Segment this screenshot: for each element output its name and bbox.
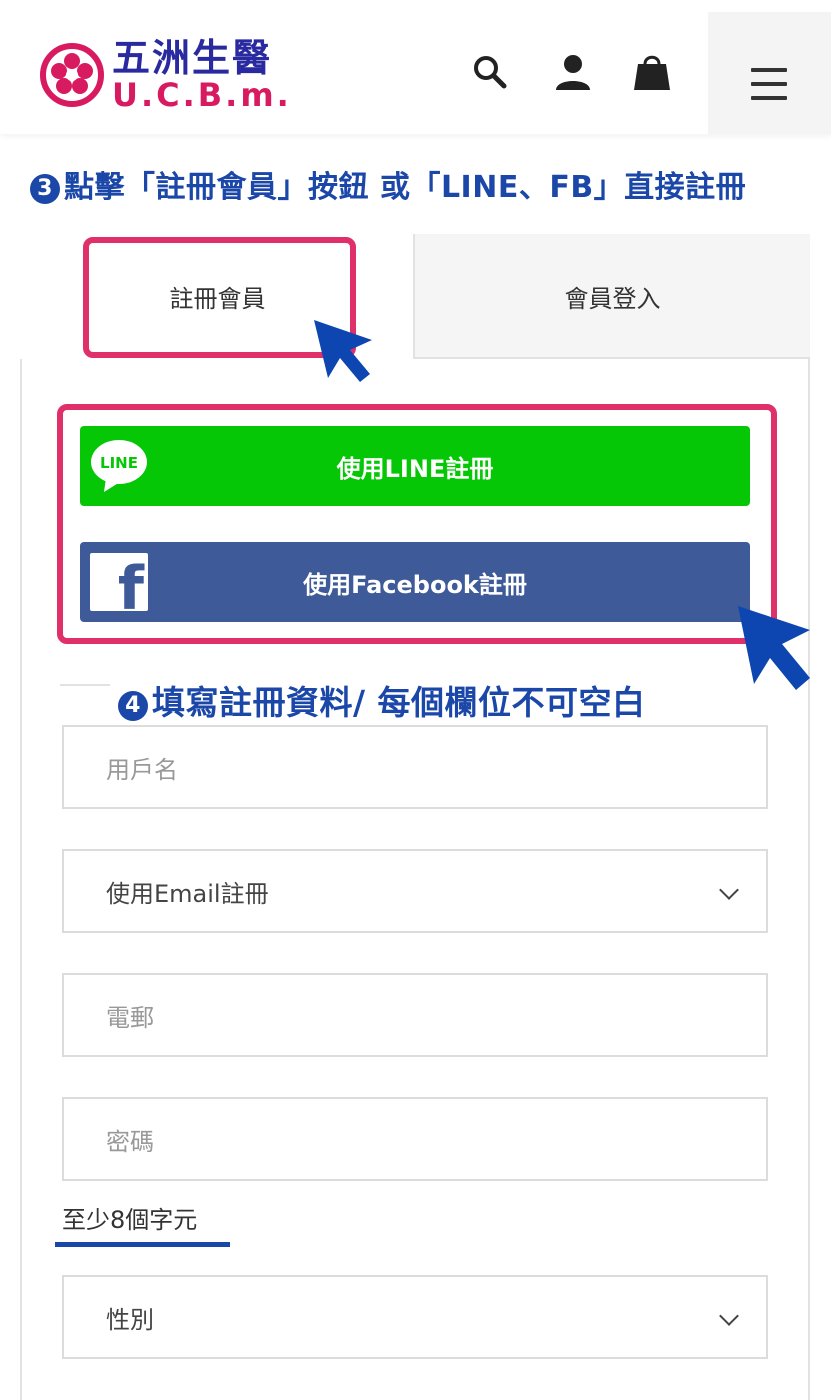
chevron-down-icon: [719, 1306, 739, 1326]
user-icon[interactable]: [551, 50, 595, 94]
logo-english-name: U.C.B.m.: [112, 76, 292, 114]
password-input[interactable]: 密碼: [62, 1097, 768, 1181]
step4-number: 4: [118, 691, 148, 721]
line-logo-icon: LINE: [91, 440, 147, 492]
chevron-down-icon: [719, 880, 739, 900]
site-header: 五洲生醫 U.C.B.m.: [0, 0, 831, 134]
flower-logo-icon: [40, 43, 104, 107]
email-input[interactable]: 電郵: [62, 973, 768, 1057]
step3-instruction: 3 點擊「註冊會員」按鈕 或「LINE、FB」直接註冊: [30, 162, 746, 206]
gender-select[interactable]: 性別: [62, 1275, 768, 1359]
tab-login-label: 會員登入: [564, 285, 661, 313]
step3-text: 點擊「註冊會員」按鈕 或「LINE、FB」直接註冊: [64, 170, 747, 205]
line-register-button[interactable]: LINE 使用LINE註冊: [80, 426, 750, 506]
username-input[interactable]: 用戶名: [62, 725, 768, 809]
section-divider: [60, 684, 110, 686]
logo-chinese-name: 五洲生醫: [112, 36, 273, 80]
search-icon[interactable]: [468, 50, 512, 94]
hamburger-menu-icon[interactable]: [708, 12, 831, 134]
password-placeholder: 密碼: [106, 1127, 154, 1156]
line-logo-text: LINE: [100, 454, 138, 472]
email-placeholder: 電郵: [106, 1003, 154, 1032]
pointer-arrow-icon-2: [738, 606, 810, 690]
step3-number: 3: [30, 174, 60, 204]
facebook-register-label: 使用Facebook註冊: [303, 570, 527, 599]
password-hint: 至少8個字元: [62, 1206, 198, 1234]
shopping-bag-icon[interactable]: [630, 50, 674, 94]
step4-instruction: 4 填寫註冊資料/ 每個欄位不可空白: [118, 676, 646, 724]
step4-text: 填寫註冊資料/ 每個欄位不可空白: [152, 683, 646, 722]
register-method-value: 使用Email註冊: [106, 879, 269, 908]
facebook-logo-icon: f: [90, 553, 148, 611]
username-placeholder: 用戶名: [106, 755, 178, 784]
register-method-select[interactable]: 使用Email註冊: [62, 849, 768, 933]
tab-login[interactable]: 會員登入: [413, 234, 810, 359]
gender-value: 性別: [106, 1305, 154, 1334]
line-register-label: 使用LINE註冊: [336, 454, 494, 483]
pointer-arrow-icon: [314, 320, 372, 382]
brand-logo[interactable]: 五洲生醫 U.C.B.m.: [40, 36, 330, 114]
facebook-register-button[interactable]: f 使用Facebook註冊: [80, 542, 750, 622]
password-hint-underline: [55, 1242, 230, 1247]
